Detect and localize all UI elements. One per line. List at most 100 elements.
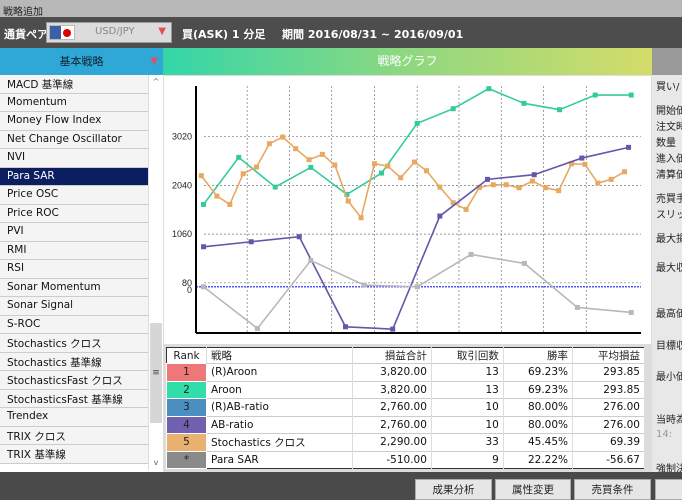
rank-cell: 1: [166, 363, 207, 382]
detail-label: 数量: [656, 138, 676, 149]
strategy-item[interactable]: Stochastics 基準線: [0, 352, 148, 371]
strategy-item[interactable]: PVI: [0, 223, 148, 242]
col-pl: 損益合計: [352, 347, 432, 364]
trades-cell: 33: [431, 433, 504, 451]
detail-label: 売買手: [656, 194, 682, 205]
strategy-item[interactable]: TRIX 基準線: [0, 445, 148, 464]
series-line: [200, 136, 625, 220]
scroll-down-icon[interactable]: v: [149, 458, 163, 467]
detail-label: 最高価: [656, 309, 682, 320]
winrate-cell: 69.23%: [503, 363, 574, 381]
table-row[interactable]: 2 Aroon 3,820.00 13 69.23% 293.85: [166, 380, 645, 399]
table-row[interactable]: 5 Stochastics クロス 2,290.00 33 45.45% 69.39: [166, 433, 645, 452]
pair-label: 通貨ペア: [4, 28, 48, 41]
period: 期間 2016/08/31 ~ 2016/09/01: [282, 28, 464, 41]
col-strategy: 戦略: [206, 347, 354, 364]
data-point: [361, 282, 367, 288]
pl-cell: 2,760.00: [352, 398, 432, 416]
strategy-item[interactable]: Trendex: [0, 408, 148, 427]
data-point: [486, 86, 492, 92]
strategy-item[interactable]: Price OSC: [0, 186, 148, 205]
strategy-item[interactable]: RMI: [0, 241, 148, 260]
col-winrate: 勝率: [503, 347, 574, 364]
data-point: [345, 198, 351, 204]
strategy-item[interactable]: TRIX クロス: [0, 426, 148, 445]
winrate-cell: 45.45%: [503, 433, 574, 451]
data-point: [332, 162, 338, 168]
data-point: [628, 309, 634, 315]
strategy-item[interactable]: Stochastics クロス: [0, 334, 148, 353]
data-point: [201, 244, 207, 250]
data-point: [531, 172, 537, 178]
data-point: [521, 100, 527, 106]
data-point: [293, 146, 299, 152]
data-point: [308, 164, 314, 170]
strategy-item[interactable]: Momentum: [0, 93, 148, 112]
change-attributes-button[interactable]: 属性変更: [495, 479, 571, 500]
winrate-cell: 22.22%: [503, 450, 574, 469]
strategy-cell: Para SAR: [206, 450, 354, 469]
pl-cell: -510.00: [352, 450, 432, 469]
rank-cell: 3: [166, 398, 207, 417]
strategy-list: MACD 基準線 Momentum Money Flow Index Net Chan…: [0, 75, 163, 475]
strategy-item[interactable]: S-ROC: [0, 315, 148, 334]
data-point: [592, 92, 598, 98]
data-point: [308, 257, 314, 263]
trade-conditions-button[interactable]: 売買条件: [574, 479, 651, 500]
strategy-item[interactable]: Sonar Momentum: [0, 278, 148, 297]
data-point: [463, 206, 469, 212]
data-point: [437, 184, 443, 190]
strategy-item[interactable]: StochasticsFast クロス: [0, 371, 148, 390]
winrate-cell: 69.23%: [503, 380, 574, 399]
strategy-cell: Stochastics クロス: [206, 433, 354, 451]
currency-pair-select[interactable]: USD/JPY ▼: [46, 22, 172, 43]
strategy-item[interactable]: MACD 基準線: [0, 75, 148, 94]
strategy-item[interactable]: StochasticsFast 基準線: [0, 389, 148, 408]
data-point: [556, 188, 562, 194]
rank-cell: 5: [166, 433, 207, 452]
strategy-item[interactable]: Money Flow Index: [0, 112, 148, 131]
table-row[interactable]: 1 (R)Aroon 3,820.00 13 69.23% 293.85: [166, 363, 645, 382]
data-point: [248, 239, 254, 245]
dropdown-arrow-icon: ▼: [158, 26, 166, 37]
y-tick-label: 0: [187, 285, 192, 295]
avg-cell: 276.00: [572, 415, 645, 434]
data-point: [608, 176, 614, 182]
data-point: [622, 169, 628, 175]
order-detail-panel: 買い/開始価注文時数量進入価清算価売買手スリッペ最大損最大収最高価目標収最小価当…: [652, 75, 682, 472]
avg-cell: 69.39: [572, 433, 645, 451]
strategy-item[interactable]: Sonar Signal: [0, 297, 148, 316]
table-row[interactable]: * Para SAR -510.00 9 22.22% -56.67: [166, 450, 645, 469]
scrollbar[interactable]: ^ ≡ v: [148, 75, 162, 470]
data-point: [503, 182, 509, 188]
detail-label: 最小価: [656, 372, 682, 383]
data-point: [595, 180, 601, 186]
data-point: [450, 106, 456, 112]
table-row[interactable]: 4 AB-ratio 2,760.00 10 80.00% 276.00: [166, 415, 645, 434]
more-button[interactable]: [655, 479, 682, 500]
strategy-item[interactable]: Para SAR: [0, 167, 148, 186]
pair-value: USD/JPY: [95, 26, 135, 37]
winrate-cell: 80.00%: [503, 415, 574, 434]
data-point: [521, 260, 527, 266]
data-point: [296, 234, 302, 240]
series-line: [203, 146, 629, 330]
data-point: [529, 178, 535, 184]
data-point: [385, 163, 391, 169]
strategy-category-select[interactable]: 基本戦略 ▼: [0, 48, 163, 75]
data-point: [198, 173, 204, 179]
strategy-item[interactable]: Price ROC: [0, 204, 148, 223]
strategy-cell: AB-ratio: [206, 415, 354, 434]
data-point: [371, 161, 377, 167]
usd-jpy-flag-icon: [49, 25, 75, 40]
strategy-item[interactable]: RSI: [0, 260, 148, 279]
dropdown-arrow-icon: ▼: [150, 56, 158, 67]
data-point: [319, 151, 325, 157]
performance-analysis-button[interactable]: 成果分析: [415, 479, 492, 500]
strategy-item[interactable]: Net Change Oscillator: [0, 130, 148, 149]
scroll-up-icon[interactable]: ^: [149, 77, 163, 86]
table-row[interactable]: 3 (R)AB-ratio 2,760.00 10 80.00% 276.00: [166, 398, 645, 417]
rank-cell: 2: [166, 380, 207, 399]
strategy-item[interactable]: NVI: [0, 149, 148, 168]
scroll-thumb[interactable]: ≡: [150, 323, 162, 423]
